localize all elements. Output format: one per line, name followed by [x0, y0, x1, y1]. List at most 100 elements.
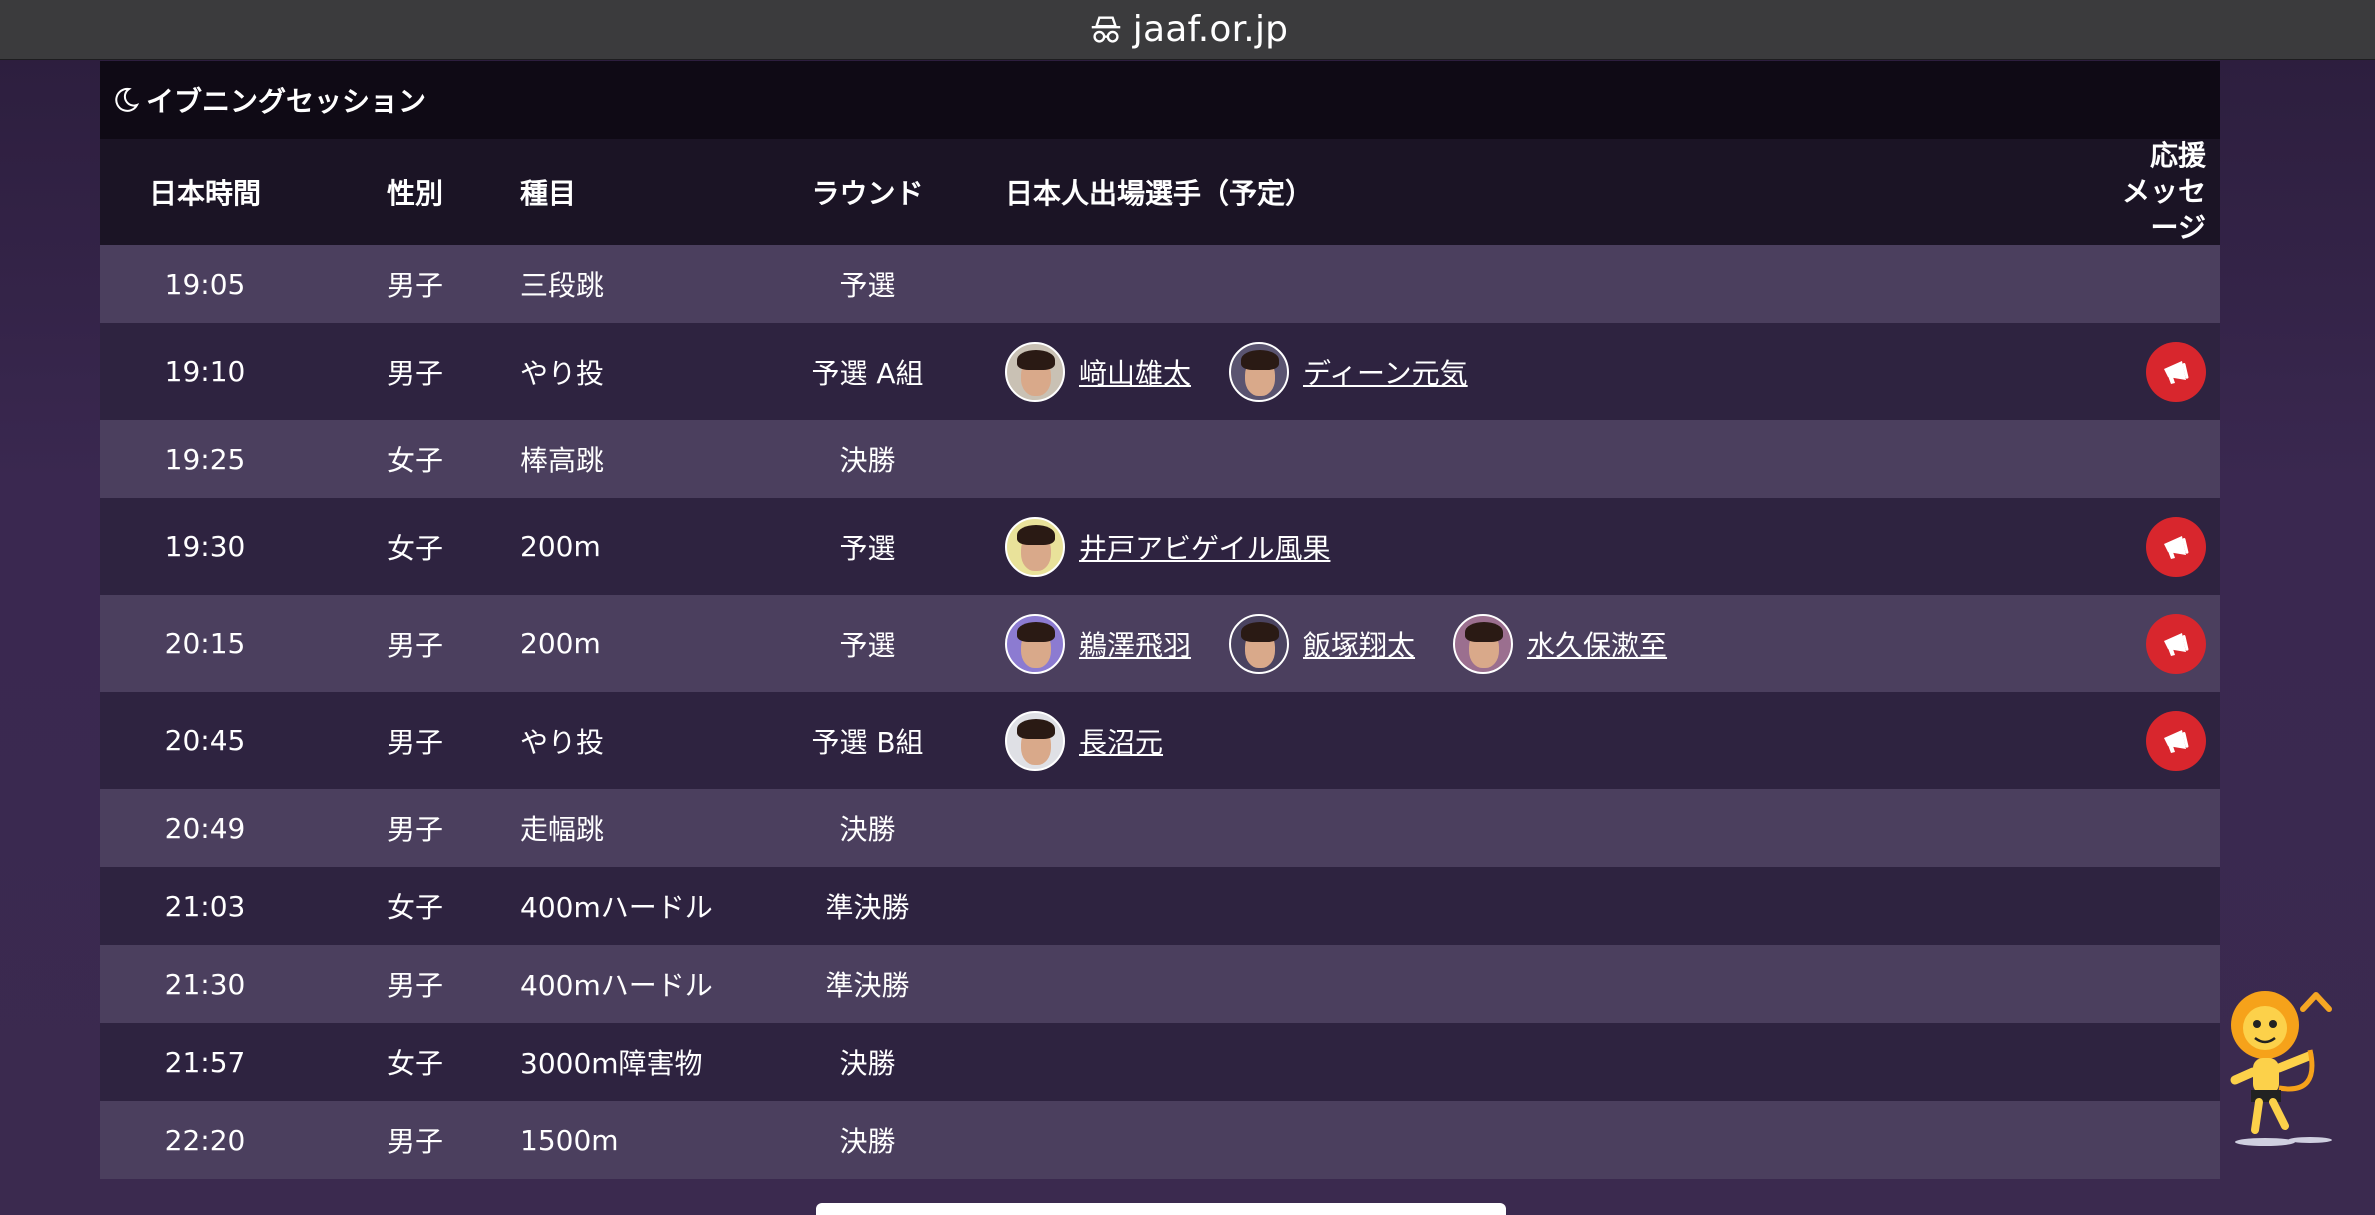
athlete-name-link[interactable]: 井戸アビゲイル風果	[1079, 527, 1330, 567]
athlete-avatar[interactable]	[1005, 613, 1065, 674]
cell-event: 走幅跳	[520, 813, 605, 846]
athlete-name-link[interactable]: 水久保漱至	[1527, 624, 1667, 664]
url-text: jaaf.or.jp	[1132, 9, 1289, 50]
cell-cheer	[2110, 341, 2220, 402]
cell-round: 予選	[839, 269, 896, 302]
cell-round: 予選	[839, 628, 896, 662]
cell-athletes: 鵜澤飛羽 飯塚翔太 水久保漱至	[985, 613, 2110, 674]
header-athletes: 日本人出場選手（予定）	[1005, 177, 1314, 210]
cell-cheer	[2110, 516, 2220, 577]
cell-time: 19:30	[164, 530, 246, 563]
cell-time: 20:15	[164, 627, 246, 660]
header-gender: 性別	[386, 177, 443, 210]
cell-athletes: 﨑山雄太 ディーン元気	[985, 341, 2110, 402]
header-event: 種目	[520, 177, 577, 210]
athlete-avatar[interactable]	[1005, 516, 1065, 577]
table-row: 19:10 男子 やり投 予選 A組 﨑山雄太 ディーン元気	[100, 323, 2220, 420]
cell-time: 19:25	[164, 442, 246, 476]
table-row: 21:57 女子 3000m障害物 決勝	[100, 1023, 2220, 1101]
megaphone-icon	[2164, 535, 2189, 559]
cheer-message-button[interactable]	[2146, 516, 2206, 577]
athlete-entry: ディーン元気	[1229, 341, 1468, 402]
header-cheer-line1: 応援	[2149, 139, 2206, 173]
cell-gender: 男子	[386, 969, 443, 1002]
cell-event: 棒高跳	[520, 444, 605, 477]
cell-time: 20:45	[164, 724, 246, 757]
athlete-entry: 飯塚翔太	[1229, 613, 1415, 674]
table-body: 19:05 男子 三段跳 予選 19:10 男子 やり投 予選 A組 﨑山雄太 ディーン元気 …	[100, 245, 2220, 1179]
cell-athletes: 長沼元	[985, 710, 2110, 771]
cell-gender: 男子	[386, 1125, 443, 1158]
athlete-name-link[interactable]: 鵜澤飛羽	[1079, 624, 1191, 664]
athlete-name-link[interactable]: 飯塚翔太	[1303, 624, 1415, 664]
table-row: 20:15 男子 200m 予選 鵜澤飛羽 飯塚翔太 水久保漱至	[100, 595, 2220, 692]
cell-round: 準決勝	[825, 891, 910, 924]
cell-time: 21:03	[164, 889, 246, 923]
athlete-avatar[interactable]	[1229, 341, 1290, 402]
cheer-message-button[interactable]	[2146, 710, 2206, 771]
cell-time: 19:05	[164, 267, 246, 301]
athlete-name-link[interactable]: 﨑山雄太	[1079, 352, 1191, 392]
cell-time: 21:30	[164, 967, 246, 1001]
cell-time: 21:57	[164, 1045, 246, 1079]
table-row: 20:45 男子 やり投 予選 B組 長沼元	[100, 692, 2220, 789]
megaphone-icon	[2164, 729, 2189, 753]
cell-time: 20:49	[164, 811, 246, 845]
session-title: イブニングセッション	[146, 85, 427, 118]
header-time: 日本時間	[148, 177, 261, 210]
table-row: 19:25 女子 棒高跳 決勝	[100, 420, 2220, 498]
cell-event: 400mハードル	[520, 969, 713, 1002]
athlete-entry: 井戸アビゲイル風果	[1005, 516, 1330, 577]
cell-athletes: 井戸アビゲイル風果	[985, 516, 2110, 577]
cell-event: 200m	[520, 627, 601, 660]
megaphone-icon	[2164, 360, 2189, 384]
athlete-name-link[interactable]: 長沼元	[1079, 721, 1163, 761]
athlete-avatar[interactable]	[1453, 613, 1514, 674]
cell-gender: 女子	[386, 444, 443, 477]
cell-time: 19:10	[164, 355, 246, 388]
cell-event: やり投	[520, 356, 605, 390]
cell-event: やり投	[520, 725, 605, 759]
cell-cheer	[2110, 613, 2220, 674]
cell-event: 400mハードル	[520, 891, 713, 924]
cell-round: 予選 A組	[811, 356, 924, 390]
cell-event: 三段跳	[520, 269, 605, 302]
table-row: 21:03 女子 400mハードル 準決勝	[100, 867, 2220, 945]
cell-gender: 男子	[386, 356, 443, 390]
athlete-avatar[interactable]	[1005, 341, 1065, 402]
cell-round: 予選 B組	[811, 725, 924, 759]
browser-url-bar[interactable]: jaaf.or.jp	[0, 0, 2375, 60]
cell-event: 3000m障害物	[520, 1047, 703, 1080]
cell-gender: 男子	[386, 269, 443, 302]
cell-round: 決勝	[839, 1125, 896, 1158]
athlete-entry: 﨑山雄太	[1005, 341, 1191, 402]
cheer-message-button[interactable]	[2146, 613, 2206, 674]
header-cheer: 応援 メッセージ	[2110, 138, 2220, 245]
athlete-entry: 長沼元	[1005, 710, 1163, 771]
header-cheer-line2: メッセージ	[2121, 175, 2206, 244]
table-row: 19:05 男子 三段跳 予選	[100, 245, 2220, 323]
megaphone-icon	[2164, 632, 2189, 656]
table-header: 日本時間 性別 種目 ラウンド 日本人出場選手（予定） 応援 メッセージ	[100, 139, 2220, 245]
cell-gender: 男子	[386, 813, 443, 846]
athlete-avatar[interactable]	[1229, 613, 1290, 674]
header-round: ラウンド	[811, 177, 924, 210]
cell-cheer	[2110, 710, 2220, 771]
moon-icon	[115, 87, 140, 112]
table-row: 22:20 男子 1500m 決勝	[100, 1101, 2220, 1179]
cell-gender: 女子	[386, 531, 443, 565]
cell-event: 1500m	[520, 1123, 619, 1157]
cheer-message-button[interactable]	[2146, 341, 2206, 402]
chevron-up-icon[interactable]	[2297, 985, 2335, 1015]
cell-round: 決勝	[839, 813, 896, 846]
home-indicator	[816, 1203, 1506, 1215]
cell-round: 予選	[839, 531, 896, 565]
cell-round: 決勝	[839, 444, 896, 477]
cell-event: 200m	[520, 530, 601, 563]
cell-time: 22:20	[164, 1123, 246, 1157]
athlete-avatar[interactable]	[1005, 710, 1065, 771]
athlete-entry: 鵜澤飛羽	[1005, 613, 1191, 674]
table-row: 20:49 男子 走幅跳 決勝	[100, 789, 2220, 867]
athlete-name-link[interactable]: ディーン元気	[1303, 352, 1468, 392]
table-row: 21:30 男子 400mハードル 準決勝	[100, 945, 2220, 1023]
